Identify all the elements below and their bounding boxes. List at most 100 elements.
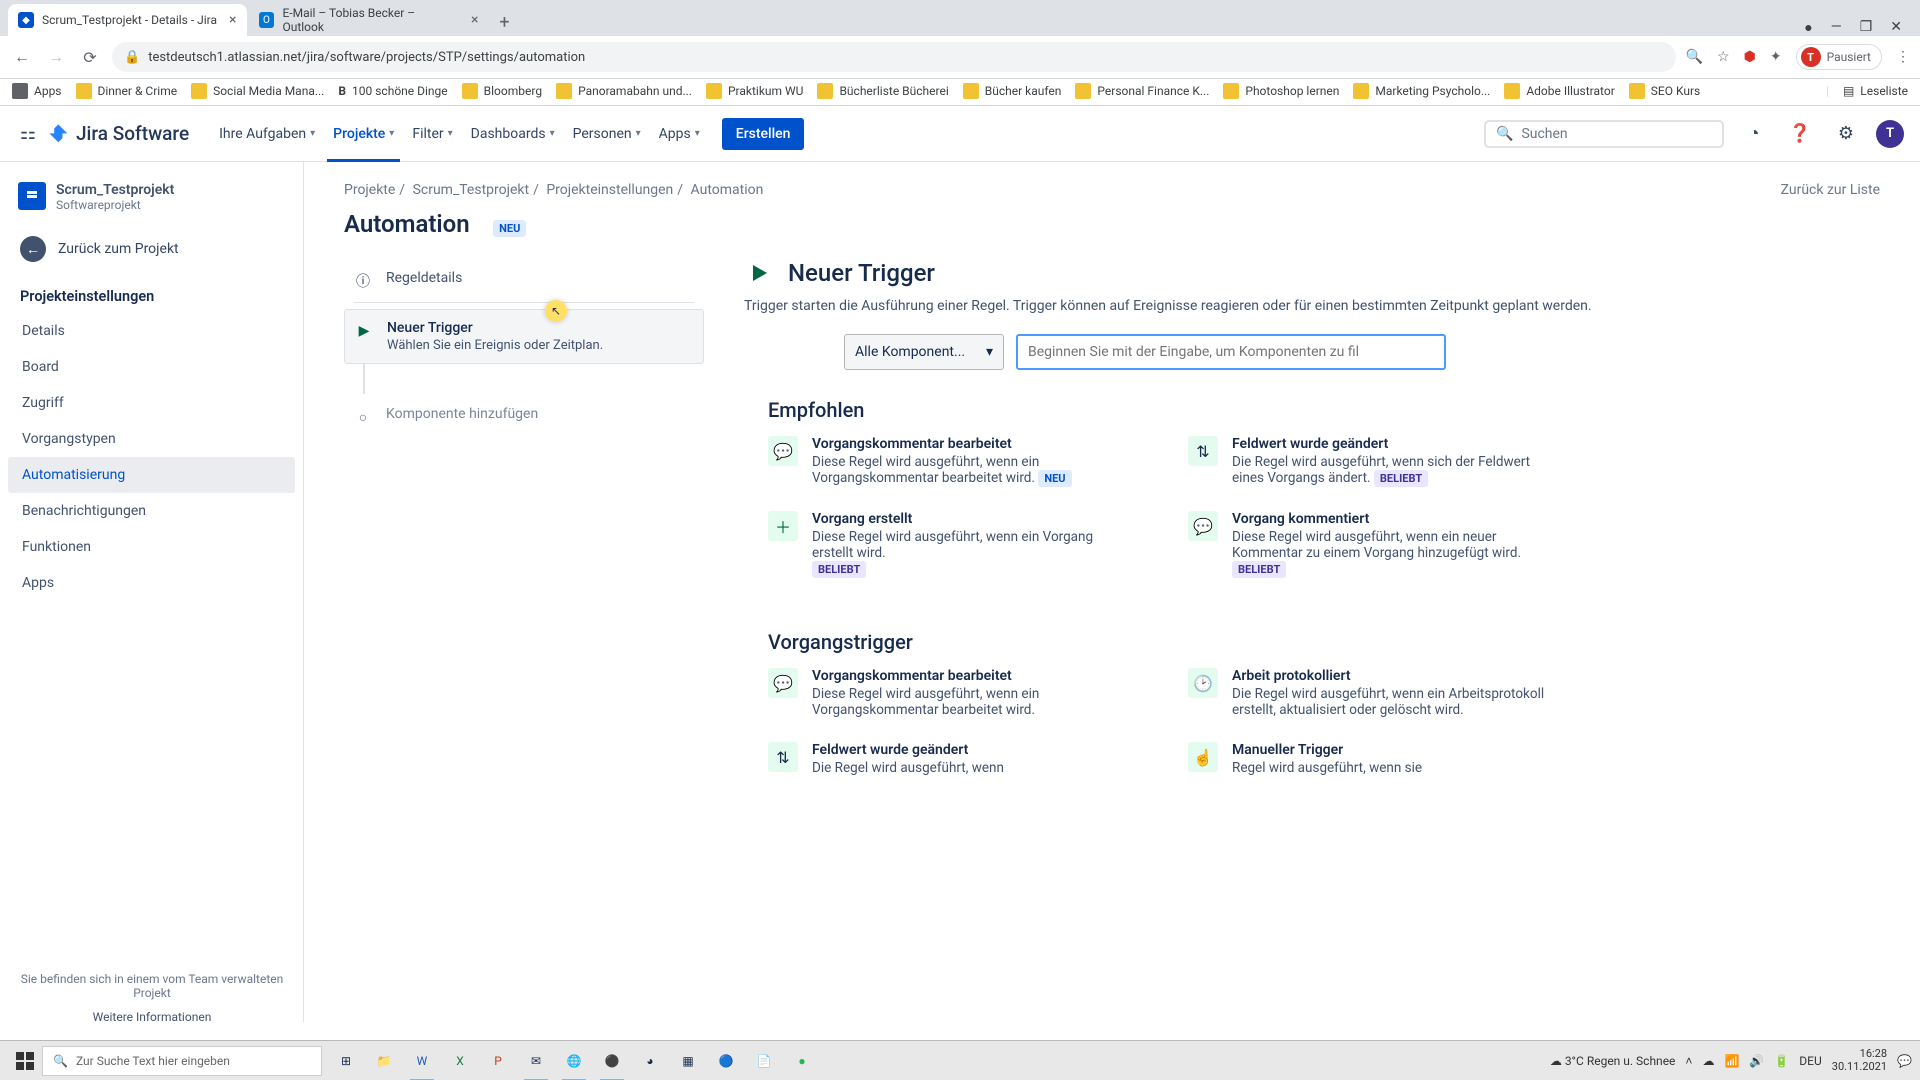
bookmark-item[interactable]: B100 schöne Dinge — [338, 84, 447, 98]
nav-projects[interactable]: Projekte▾ — [327, 120, 400, 148]
bookmark-item[interactable]: Praktikum WU — [706, 83, 803, 99]
account-icon[interactable]: ● — [1804, 19, 1812, 36]
nav-filters[interactable]: Filter▾ — [406, 120, 458, 148]
trigger-option[interactable]: 💬 Vorgangskommentar bearbeitet Diese Reg… — [768, 668, 1128, 718]
app-icon[interactable]: ◕ — [634, 1045, 666, 1077]
crumb-project[interactable]: Scrum_Testprojekt — [413, 182, 530, 198]
star-icon[interactable]: ☆ — [1717, 49, 1730, 65]
component-filter-input[interactable] — [1016, 334, 1446, 370]
start-button[interactable] — [8, 1044, 42, 1078]
close-window-icon[interactable]: ✕ — [1890, 19, 1902, 36]
app-switcher-icon[interactable]: ⚏ — [16, 122, 40, 146]
user-avatar[interactable]: T — [1876, 120, 1904, 148]
obs-icon[interactable]: ⚫ — [596, 1045, 628, 1077]
bookmark-item[interactable]: Adobe Illustrator — [1504, 83, 1614, 99]
help-icon[interactable]: ❓ — [1784, 118, 1816, 150]
taskview-icon[interactable]: ⊞ — [330, 1045, 362, 1077]
bookmark-item[interactable]: Bücherliste Bücherei — [817, 83, 948, 99]
sidebar-item-board[interactable]: Board — [8, 349, 295, 385]
onedrive-icon[interactable]: ☁ — [1702, 1054, 1714, 1068]
bookmark-item[interactable]: Panoramabahn und... — [556, 83, 692, 99]
rule-details-step[interactable]: ⓘ Regeldetails — [344, 258, 704, 302]
crumb-projects[interactable]: Projekte — [344, 182, 395, 198]
bookmark-item[interactable]: Marketing Psycholo... — [1353, 83, 1490, 99]
battery-icon[interactable]: 🔋 — [1774, 1054, 1789, 1068]
back-to-project[interactable]: ← Zurück zum Projekt — [8, 226, 295, 272]
mail-icon[interactable]: ✉ — [520, 1045, 552, 1077]
close-icon[interactable]: × — [471, 12, 478, 28]
tray-chevron-icon[interactable]: ˄ — [1685, 1054, 1692, 1068]
sidebar-item-issuetypes[interactable]: Vorgangstypen — [8, 421, 295, 457]
close-icon[interactable]: × — [229, 12, 236, 28]
sidebar-item-details[interactable]: Details — [8, 313, 295, 349]
reading-list[interactable]: ▤Leseliste — [1843, 84, 1908, 98]
edge-icon[interactable]: 🔵 — [710, 1045, 742, 1077]
create-button[interactable]: Erstellen — [722, 118, 805, 150]
wifi-icon[interactable]: 📶 — [1724, 1054, 1739, 1068]
reload-icon[interactable]: ⟳ — [78, 48, 102, 67]
notepad-icon[interactable]: 📄 — [748, 1045, 780, 1077]
crumb-automation[interactable]: Automation — [691, 182, 764, 198]
settings-icon[interactable]: ⚙ — [1830, 118, 1862, 150]
bookmark-item[interactable]: Apps — [12, 83, 62, 99]
sidebar-item-apps[interactable]: Apps — [8, 565, 295, 601]
trigger-option[interactable]: ☝ Manueller Trigger Regel wird ausgeführ… — [1188, 742, 1548, 776]
bookmark-item[interactable]: Social Media Mana... — [191, 83, 324, 99]
chrome-icon[interactable]: 🌐 — [558, 1045, 590, 1077]
trigger-option[interactable]: 🕑 Arbeit protokolliert Die Regel wird au… — [1188, 668, 1548, 718]
nav-dashboards[interactable]: Dashboards▾ — [465, 120, 561, 148]
taskbar-search[interactable]: 🔍 Zur Suche Text hier eingeben — [42, 1046, 322, 1076]
language-indicator[interactable]: DEU — [1799, 1054, 1821, 1068]
back-icon[interactable]: ← — [10, 47, 34, 67]
sidebar-item-features[interactable]: Funktionen — [8, 529, 295, 565]
powerpoint-icon[interactable]: P — [482, 1045, 514, 1077]
trigger-option[interactable]: ⇅ Feldwert wurde geändert Die Regel wird… — [768, 742, 1128, 776]
bookmark-item[interactable]: Dinner & Crime — [76, 83, 178, 99]
menu-icon[interactable]: ⋮ — [1896, 49, 1910, 65]
browser-tab-active[interactable]: ◆ Scrum_Testprojekt - Details - Jira × — [8, 4, 247, 36]
bookmark-item[interactable]: SEO Kurs — [1629, 83, 1700, 99]
notifications-icon[interactable]: ◔ — [1738, 118, 1770, 150]
sidebar-footer-link[interactable]: Weitere Informationen — [20, 1010, 284, 1024]
trigger-option[interactable]: ⇅ Feldwert wurde geändert Die Regel wird… — [1188, 436, 1548, 487]
excel-icon[interactable]: X — [444, 1045, 476, 1077]
search-input[interactable]: 🔍 Suchen — [1484, 120, 1724, 148]
minimize-icon[interactable]: — — [1831, 19, 1842, 36]
bookmark-item[interactable]: Bloomberg — [462, 83, 542, 99]
new-tab-button[interactable]: + — [491, 8, 519, 36]
bookmark-item[interactable]: Personal Finance K... — [1075, 83, 1209, 99]
notifications-icon[interactable]: 💬 — [1897, 1054, 1912, 1068]
volume-icon[interactable]: 🔊 — [1749, 1054, 1764, 1068]
jira-logo[interactable]: Jira Software — [48, 122, 189, 145]
profile-chip[interactable]: T Pausiert — [1796, 44, 1882, 70]
crumb-settings[interactable]: Projekteinstellungen — [546, 182, 673, 198]
nav-apps[interactable]: Apps▾ — [653, 120, 706, 148]
add-component-step[interactable]: ○ Komponente hinzufügen — [344, 394, 704, 438]
trigger-option[interactable]: 💬 Vorgang kommentiert Diese Regel wird a… — [1188, 511, 1548, 578]
sidebar-item-notifications[interactable]: Benachrichtigungen — [8, 493, 295, 529]
bookmark-item[interactable]: Photoshop lernen — [1223, 83, 1339, 99]
maximize-icon[interactable]: ❐ — [1860, 19, 1873, 36]
nav-people[interactable]: Personen▾ — [567, 120, 647, 148]
trigger-option[interactable]: 💬 Vorgangskommentar bearbeitet Diese Reg… — [768, 436, 1128, 487]
adblock-icon[interactable]: ⬢ — [1744, 49, 1756, 65]
spotify-icon[interactable]: ● — [786, 1045, 818, 1077]
component-filter-dropdown[interactable]: Alle Komponent... ▾ — [844, 334, 1004, 370]
bookmark-item[interactable]: Bücher kaufen — [963, 83, 1062, 99]
forward-icon[interactable]: → — [44, 47, 68, 67]
browser-tab[interactable]: O E-Mail – Tobias Becker – Outlook × — [249, 4, 489, 36]
clock[interactable]: 16:28 30.11.2021 — [1832, 1048, 1887, 1072]
weather-widget[interactable]: ☁ 3°C Regen u. Schnee — [1550, 1054, 1676, 1068]
extensions-icon[interactable]: ✦ — [1770, 49, 1782, 65]
zoom-icon[interactable]: 🔍 — [1686, 49, 1703, 65]
word-icon[interactable]: W — [406, 1045, 438, 1077]
sidebar-item-automation[interactable]: Automatisierung — [8, 457, 295, 493]
app-icon[interactable]: ▦ — [672, 1045, 704, 1077]
back-to-list-link[interactable]: Zurück zur Liste — [1781, 182, 1880, 198]
sidebar-item-access[interactable]: Zugriff — [8, 385, 295, 421]
nav-your-work[interactable]: Ihre Aufgaben▾ — [213, 120, 321, 148]
trigger-option[interactable]: ＋ Vorgang erstellt Diese Regel wird ausg… — [768, 511, 1128, 578]
trigger-step[interactable]: ▶ Neuer Trigger Wählen Sie ein Ereignis … — [344, 309, 704, 364]
explorer-icon[interactable]: 📁 — [368, 1045, 400, 1077]
url-bar[interactable]: 🔒 testdeutsch1.atlassian.net/jira/softwa… — [112, 42, 1676, 72]
